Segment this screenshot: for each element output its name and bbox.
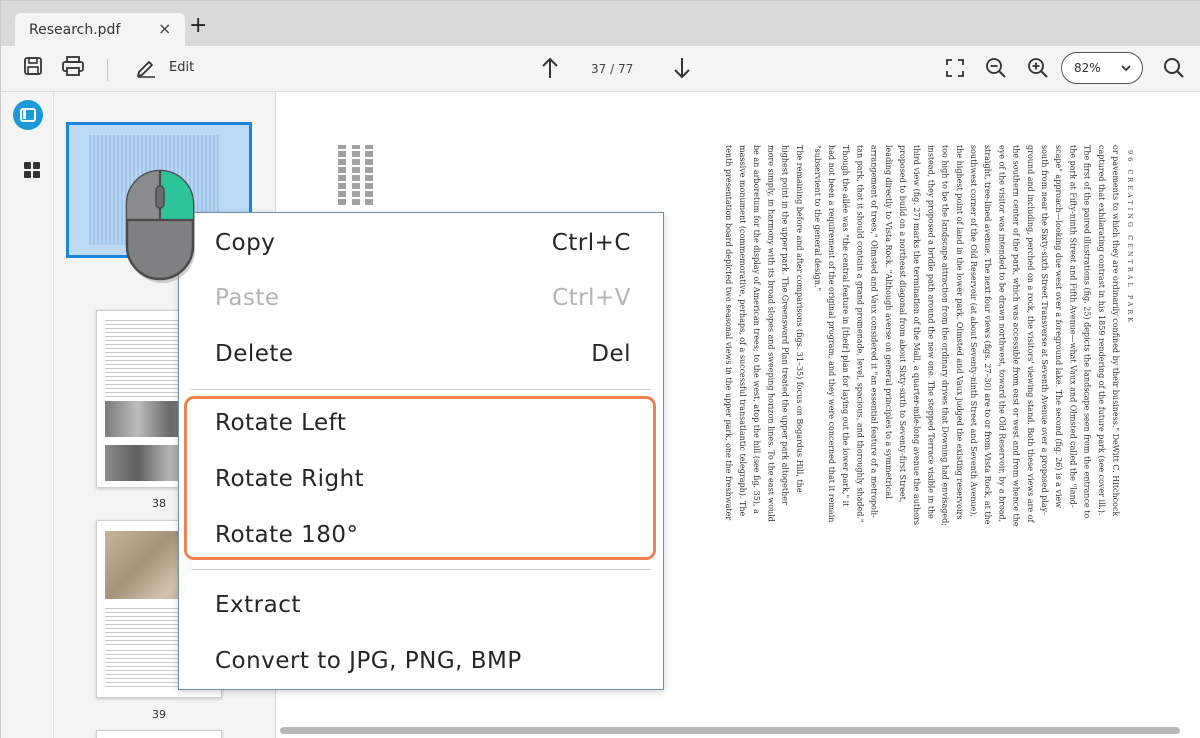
page-text-line: proposed to build on a northeast diagona… xyxy=(898,145,907,503)
page-text-line: scape" approach—looking due west over a … xyxy=(1054,145,1064,509)
page-text-line: leading directly to Vista Rock. "Althoug… xyxy=(883,145,893,499)
page-text-line: "subservient to the general design." xyxy=(812,145,822,292)
menu-item-label: Paste xyxy=(215,285,280,311)
tab-bar: Research.pdf × + xyxy=(0,0,1200,47)
close-tab-icon[interactable]: × xyxy=(158,21,171,37)
text-fragment xyxy=(365,145,373,205)
menu-item-label: Extract xyxy=(215,592,301,618)
chevron-down-icon xyxy=(1120,62,1132,77)
print-icon[interactable] xyxy=(62,56,84,76)
page-text-line: The remaining before and after compariso… xyxy=(794,145,804,493)
menu-item-label: Delete xyxy=(215,341,294,367)
menu-item-shortcut: Del xyxy=(591,341,631,367)
thumbnail-page-number: 39 xyxy=(152,708,166,721)
menu-item-convert-image[interactable]: Convert to JPG, PNG, BMP xyxy=(215,641,631,681)
page-text-line: southwest corner of the Old Reservoir (a… xyxy=(969,145,978,518)
page-text-line: the southern center of the park, which w… xyxy=(1011,145,1021,527)
page-text-line: massive monument (commemorative, perhaps… xyxy=(738,145,747,517)
page-text-line: highest point in the upper park. The Gre… xyxy=(780,145,790,505)
page-indicator[interactable]: 37 / 77 xyxy=(591,62,633,76)
menu-item-extract[interactable]: Extract xyxy=(215,585,631,625)
menu-divider xyxy=(191,569,651,570)
menu-item-copy[interactable]: Copy Ctrl+C xyxy=(215,223,631,263)
page-text-line: tenth presentation board depicted two se… xyxy=(723,145,733,521)
zoom-in-icon[interactable] xyxy=(1027,57,1049,79)
fit-page-icon[interactable] xyxy=(945,58,965,78)
previous-page-icon[interactable] xyxy=(541,56,559,80)
menu-item-delete[interactable]: Delete Del xyxy=(215,334,631,374)
page-text-line: too high to be the landscape attraction … xyxy=(940,145,950,526)
toolbar: Edit 37 / 77 82% xyxy=(0,46,1200,92)
next-page-icon[interactable] xyxy=(673,56,691,80)
page-text-line: had not been a requirement of the origin… xyxy=(827,145,836,523)
page-text-line: the park at Fifty-ninth Street and Fifth… xyxy=(1068,145,1078,508)
page-text-line: straight, tree-lined avenue. The next fo… xyxy=(983,145,993,525)
zoom-level-select[interactable]: 82% xyxy=(1061,52,1143,84)
text-fragment xyxy=(352,145,360,205)
menu-item-shortcut: Ctrl+C xyxy=(551,230,631,256)
edit-button-label[interactable]: Edit xyxy=(169,60,194,75)
page-text-line: The first of the paired illustrations (f… xyxy=(1082,145,1092,519)
edit-pencil-icon[interactable] xyxy=(135,56,157,78)
page-text-line: instead, they proposed a bridle path aro… xyxy=(926,145,936,519)
page-text-line: captured that exhilarating contrast in h… xyxy=(1096,145,1106,516)
save-icon[interactable] xyxy=(23,56,43,76)
menu-divider xyxy=(191,389,651,390)
new-tab-button[interactable]: + xyxy=(189,15,207,37)
page-text-line: south from near the Sixty-sixth Street T… xyxy=(1040,145,1049,515)
thumbnails-panel-icon[interactable] xyxy=(13,100,43,130)
rotate-options-highlight xyxy=(184,396,656,560)
page-text-line: eye of the visitor was intended to be dr… xyxy=(997,145,1007,523)
page-text-line: ground and including, perched on a rock,… xyxy=(1025,145,1035,523)
page-text-line: Though the allée was "the central featur… xyxy=(841,145,851,507)
running-header: 96 CREATING CENTRAL PARK xyxy=(1126,150,1134,326)
menu-item-paste: Paste Ctrl+V xyxy=(215,278,631,318)
tab-title: Research.pdf xyxy=(29,22,121,38)
toolbar-divider xyxy=(107,59,108,81)
page-text-line: arrangement of trees," Olmsted and Vaux … xyxy=(869,145,879,518)
left-rail xyxy=(0,92,54,738)
menu-item-label: Copy xyxy=(215,230,276,256)
page-text-line: be an arboretum for the display of Ameri… xyxy=(752,145,762,514)
page-text-line: or pavements to which they are ordinaril… xyxy=(1111,145,1120,517)
zoom-level-value: 82% xyxy=(1074,61,1101,75)
horizontal-scrollbar[interactable] xyxy=(280,727,1180,734)
page-text-line: third view (fig. 27) marks the terminati… xyxy=(912,145,922,525)
menu-item-label: Convert to JPG, PNG, BMP xyxy=(215,648,522,674)
thumbnail-page-number: 38 xyxy=(152,497,166,510)
tab-research-pdf[interactable]: Research.pdf × xyxy=(15,13,185,47)
page-text-line: tan park, that it should contain a grand… xyxy=(855,145,865,523)
search-icon[interactable] xyxy=(1163,57,1185,79)
text-fragment xyxy=(338,145,346,205)
right-click-mouse-icon xyxy=(122,168,200,286)
page-text-line: more simply, in harmony with its broad s… xyxy=(766,145,776,522)
page-text-line: the highest point of land in the lower p… xyxy=(954,145,964,520)
zoom-out-icon[interactable] xyxy=(985,57,1007,79)
grid-view-icon[interactable] xyxy=(24,162,40,178)
menu-item-shortcut: Ctrl+V xyxy=(552,285,631,311)
thumbnail-page-40[interactable] xyxy=(96,730,222,738)
